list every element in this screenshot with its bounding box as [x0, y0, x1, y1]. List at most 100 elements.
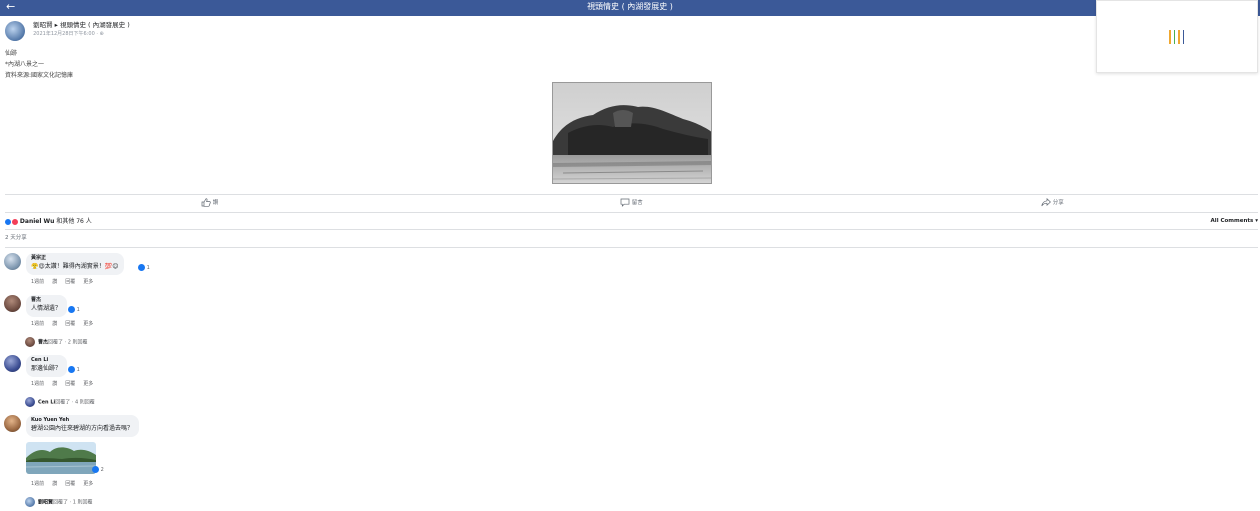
comment-reply-link[interactable]: 回覆	[65, 279, 75, 285]
like-count-value: 1	[76, 367, 80, 373]
post-photo[interactable]	[552, 82, 712, 184]
comment-text: 😤😍太讚！難得內湖實景！💯😊	[31, 263, 119, 270]
post-header: 劉昭賢 ▸ 視頭情史 ( 內湖發展史 ) 2021年12月28日下午6:00 ·…	[5, 21, 130, 41]
comment-label: 留言	[631, 200, 643, 206]
loader-bar	[1169, 30, 1171, 44]
view-replies-link[interactable]: 劉昭賢回覆了 · 1 則回覆	[25, 497, 93, 508]
divider	[5, 247, 1258, 248]
loading-spinner-icon	[1169, 29, 1187, 44]
comment-bubble: 黃宗正 😤😍太讚！難得內湖實景！💯😊	[26, 253, 125, 275]
post-text-line: *內湖八景之一	[5, 61, 45, 68]
loader-bar	[1178, 30, 1180, 44]
reactions-summary[interactable]: Daniel Wu 和其他 76 人	[4, 217, 92, 226]
top-bar: ← 視頭情史 ( 內湖發展史 )	[0, 0, 1260, 16]
comment-text: 碧湖公園內往來碧湖的方向看過去嗎？	[31, 425, 134, 432]
comment-more-link[interactable]: 更多	[83, 381, 93, 387]
comment-more-link[interactable]: 更多	[83, 321, 93, 327]
landscape-photo-image	[553, 83, 711, 183]
comment-like-link[interactable]: 讚	[52, 381, 57, 387]
comment-actions: 1週前 讚 回覆 更多	[31, 380, 101, 388]
like-reaction-icon	[68, 306, 75, 313]
reply-author: 劉昭賢	[38, 499, 54, 506]
like-button[interactable]: 讚	[201, 198, 218, 208]
comment-more-link[interactable]: 更多	[83, 481, 93, 487]
reply-avatar	[25, 397, 35, 407]
comment-bubble: Kuo Yuen Yeh 碧湖公園內往來碧湖的方向看過去嗎？	[26, 415, 140, 437]
comment-like-link[interactable]: 讚	[52, 321, 57, 327]
comment-button[interactable]: 留言	[620, 198, 643, 208]
comment-reply-link[interactable]: 回覆	[65, 481, 75, 487]
commenter-name[interactable]: 黃宗正	[31, 255, 118, 262]
comment-actions: 1週前 讚 回覆 更多	[31, 320, 101, 328]
page-title: 視頭情史 ( 內湖發展史 )	[587, 2, 673, 11]
commenter-avatar[interactable]	[4, 355, 21, 372]
loading-panel	[1096, 0, 1258, 73]
comment-time[interactable]: 1週前	[31, 279, 44, 285]
post-timestamp[interactable]: 2021年12月28日下午6:00 · ⊕	[33, 30, 130, 38]
post-text-line: 資料來源:國家文化記憶庫	[5, 72, 74, 79]
reply-summary: 回覆了 · 1 則回覆	[53, 499, 93, 506]
view-replies-link[interactable]: Cen Li回覆了 · 4 則回覆	[25, 397, 95, 408]
commenter-name[interactable]: Cen Li	[31, 357, 61, 364]
commenter-name[interactable]: Kuo Yuen Yeh	[31, 417, 133, 424]
comment-reply-link[interactable]: 回覆	[65, 321, 75, 327]
comment-text: 那邊仙跡？	[31, 365, 62, 372]
reply-author: Cen Li	[38, 399, 56, 406]
comment-bubble: 曹杰 人情湖遺？	[26, 295, 68, 317]
comment-like-link[interactable]: 讚	[52, 279, 57, 285]
loader-bar	[1182, 30, 1184, 44]
comment-actions: 1週前 讚 回覆 更多	[31, 278, 101, 286]
like-count-value: 2	[100, 467, 104, 473]
post-text: 仙跡 *內湖八景之一 資料來源:國家文化記憶庫	[5, 48, 73, 81]
reaction-names: Daniel Wu	[19, 218, 55, 225]
comment-sort-dropdown[interactable]: All Comments ▾	[1211, 217, 1258, 226]
comment-time[interactable]: 1週前	[31, 381, 44, 387]
like-label: 讚	[212, 200, 219, 206]
like-count-value: 1	[76, 307, 80, 313]
commenter-avatar[interactable]	[4, 415, 21, 432]
share-arrow-icon	[1041, 198, 1051, 207]
comment-photo[interactable]	[26, 442, 96, 474]
comment-time[interactable]: 1週前	[31, 481, 44, 487]
comment-reply-link[interactable]: 回覆	[65, 381, 75, 387]
comment-text: 人情湖遺？	[31, 305, 62, 312]
loader-bar	[1173, 30, 1175, 44]
post-text-line: 仙跡	[5, 50, 18, 57]
reply-avatar	[25, 337, 35, 347]
view-replies-link[interactable]: 曹杰回覆了 · 2 則回覆	[25, 337, 88, 348]
lake-photo-image	[26, 442, 96, 474]
like-count-value: 1	[146, 265, 150, 271]
post-action-bar: 讚 留言 分享	[5, 195, 1258, 212]
comment-bubble: Cen Li 那邊仙跡？	[26, 355, 68, 377]
post-author-name[interactable]: 劉昭賢 ▸ 視頭情史 ( 內湖發展史 )	[33, 21, 130, 30]
commenter-name[interactable]: 曹杰	[31, 297, 61, 304]
divider	[5, 229, 1258, 230]
divider	[5, 212, 1258, 213]
share-count[interactable]: 2 天分享	[5, 234, 27, 243]
reply-summary: 回覆了 · 4 則回覆	[55, 399, 95, 406]
comment-like-count[interactable]: 1	[68, 306, 80, 314]
thumbs-up-icon	[201, 198, 211, 207]
like-reaction-icon	[92, 466, 99, 473]
comment-like-count[interactable]: 2	[92, 466, 104, 474]
commenter-avatar[interactable]	[4, 295, 21, 312]
share-button[interactable]: 分享	[1041, 198, 1064, 208]
commenter-avatar[interactable]	[4, 253, 21, 270]
like-reaction-icon	[68, 366, 75, 373]
comment-like-link[interactable]: 讚	[52, 481, 57, 487]
reply-avatar	[25, 497, 35, 507]
like-reaction-icon	[138, 264, 145, 271]
reaction-others: 和其他 76 人	[56, 218, 92, 225]
reply-summary: 回覆了 · 2 則回覆	[48, 339, 88, 346]
comment-like-count[interactable]: 1	[68, 366, 80, 374]
author-avatar[interactable]	[5, 21, 25, 41]
comment-more-link[interactable]: 更多	[83, 279, 93, 285]
love-reaction-icon	[11, 217, 19, 226]
comment-like-count[interactable]: 1	[138, 264, 150, 272]
comment-actions: 1週前 讚 回覆 更多	[31, 480, 101, 488]
share-label: 分享	[1052, 200, 1064, 206]
comment-bubble-icon	[620, 198, 630, 207]
post-author-info: 劉昭賢 ▸ 視頭情史 ( 內湖發展史 ) 2021年12月28日下午6:00 ·…	[33, 21, 130, 38]
reply-author: 曹杰	[38, 339, 49, 346]
comment-time[interactable]: 1週前	[31, 321, 44, 327]
